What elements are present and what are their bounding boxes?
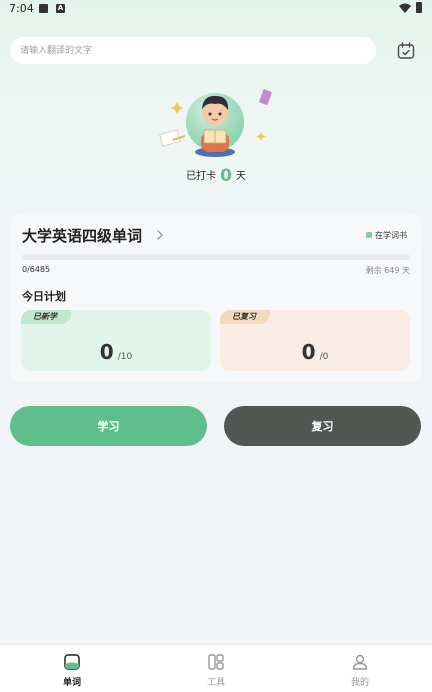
- profile-icon: [352, 654, 368, 670]
- nav-item-tools[interactable]: 工具: [144, 645, 288, 692]
- nav-label-words: 单词: [62, 678, 81, 688]
- review-button[interactable]: 复习: [224, 406, 421, 446]
- review-words-total: /0: [319, 352, 329, 362]
- new-words-total: /10: [117, 352, 133, 362]
- review-words-stat: 已复习 0/0: [220, 310, 410, 371]
- checkin-suffix: 天: [235, 171, 246, 182]
- new-words-stat: 已新学 0/10: [21, 310, 211, 371]
- nav-label-tools: 工具: [206, 678, 225, 688]
- reading-boy-illustration: [159, 89, 272, 157]
- search-input[interactable]: [20, 37, 370, 64]
- progress-count: 0/6485: [22, 265, 51, 274]
- gallery-notification-icon: [39, 4, 48, 13]
- status-badge: 在学词书: [366, 230, 407, 241]
- bottom-nav: 单词 工具 我的: [0, 644, 432, 692]
- checkin-days: 0: [220, 166, 232, 186]
- calendar-icon[interactable]: [396, 41, 416, 61]
- wordbook-title[interactable]: 大学英语四级单词: [22, 225, 142, 246]
- new-words-count: 0: [99, 340, 114, 364]
- nav-item-words[interactable]: 单词: [0, 645, 144, 692]
- new-words-tag: 已新学: [21, 310, 71, 324]
- tools-icon: [208, 654, 224, 670]
- battery-icon: [416, 2, 422, 13]
- review-words-tag: 已复习: [220, 310, 270, 324]
- chevron-right-icon[interactable]: [155, 229, 165, 241]
- badge-dot-icon: [366, 232, 372, 238]
- nav-label-mine: 我的: [350, 678, 369, 688]
- status-time: 7:04: [9, 2, 34, 15]
- review-words-count: 0: [301, 340, 316, 364]
- study-button[interactable]: 学习: [10, 406, 207, 446]
- words-icon: [64, 654, 80, 670]
- checkin-streak: 已打卡 0 天: [0, 166, 432, 186]
- progress-bar: [22, 254, 410, 260]
- checkin-prefix: 已打卡: [186, 171, 217, 182]
- plan-title: 今日计划: [22, 290, 66, 303]
- wordbook-card: 大学英语四级单词 在学词书 0/6485 剩余 649 天 今日计划 已新学 0…: [10, 213, 421, 383]
- search-bar[interactable]: [10, 37, 376, 64]
- nav-item-mine[interactable]: 我的: [288, 645, 432, 692]
- badge-label: 在学词书: [375, 231, 407, 240]
- a-notification-icon: A: [56, 4, 65, 13]
- remaining-days: 剩余 649 天: [365, 266, 410, 275]
- status-bar: 7:04 A: [0, 0, 432, 24]
- wifi-icon: [399, 3, 411, 13]
